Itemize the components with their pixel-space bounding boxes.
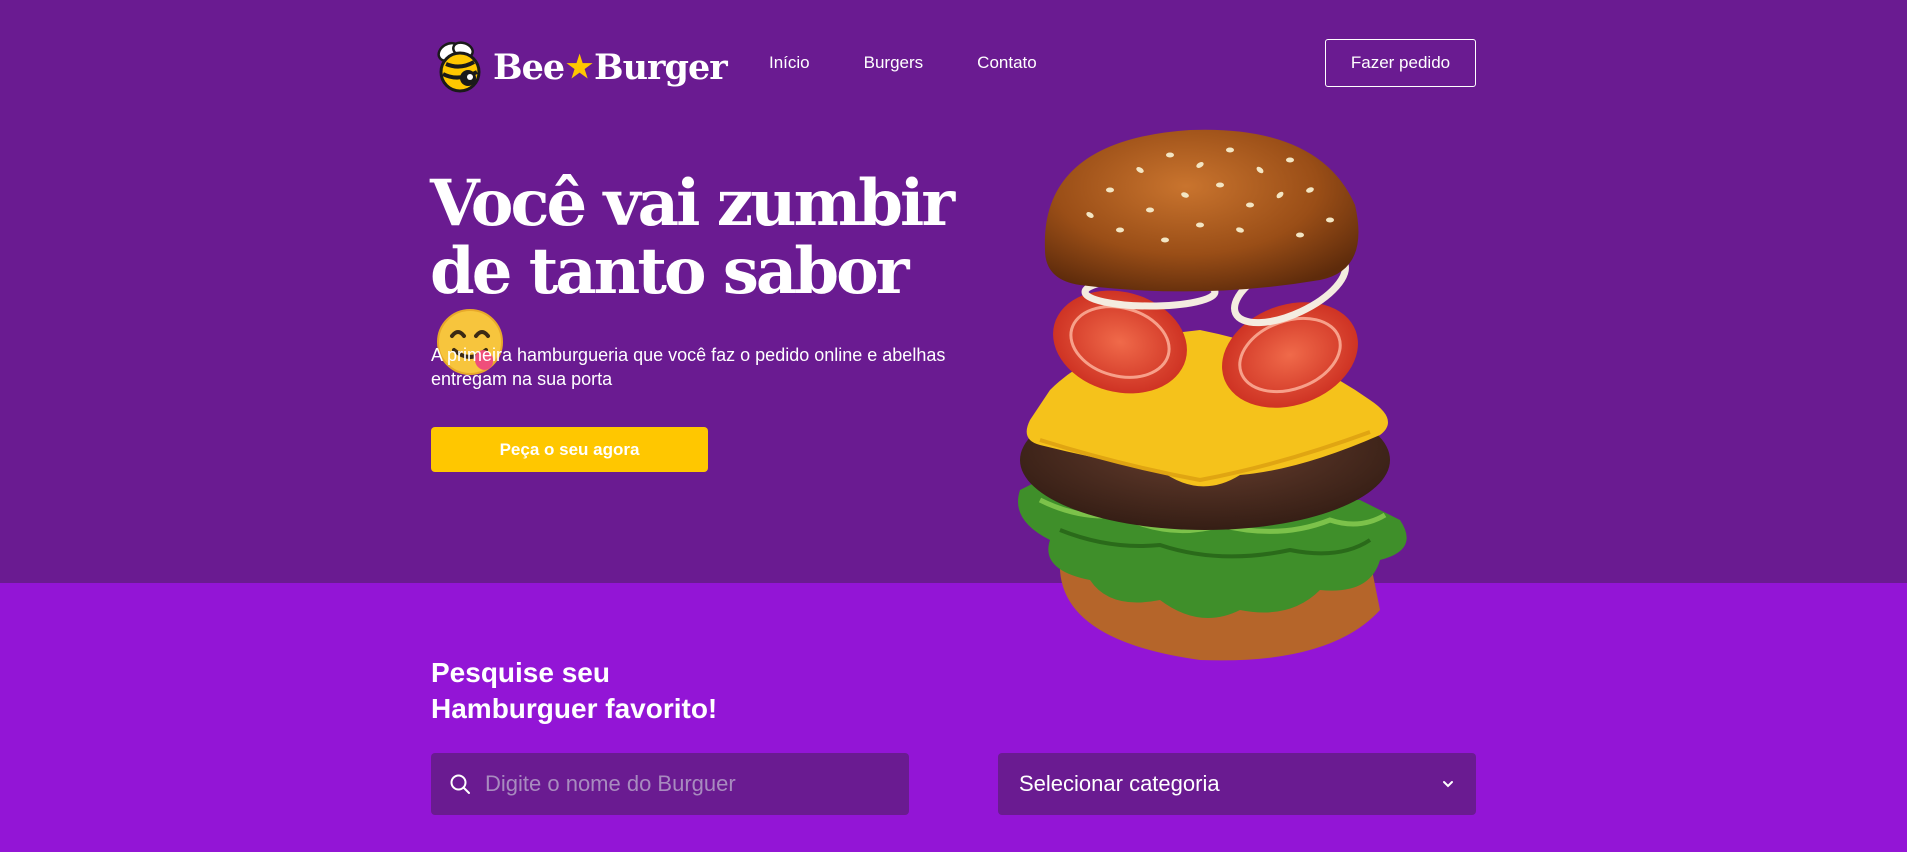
search-title-line-1: Pesquise seu — [431, 657, 610, 688]
chevron-down-icon — [1443, 781, 1453, 788]
category-select[interactable]: Selecionar categoria — [998, 753, 1476, 815]
brand-name-right: Burger — [594, 46, 728, 88]
main-nav: Início Burgers Contato — [769, 53, 1037, 73]
hero-subtitle: A primeira hamburgueria que você faz o p… — [431, 345, 946, 389]
nav-link-burgers[interactable]: Burgers — [864, 53, 924, 73]
star-icon: ★ — [566, 49, 593, 85]
bee-icon — [437, 41, 481, 93]
search-input[interactable] — [485, 771, 905, 797]
headline-line-2: de tanto sabor — [430, 234, 909, 309]
brand-logo[interactable]: Bee ★ Burger — [433, 40, 728, 94]
order-now-button[interactable]: Peça o seu agora — [431, 427, 708, 472]
cheeseburger-image — [1018, 129, 1407, 661]
category-select-value: Selecionar categoria — [1019, 771, 1220, 796]
search-icon — [450, 774, 470, 794]
brand-name-left: Bee — [493, 46, 565, 88]
search-section — [0, 583, 1907, 852]
order-button[interactable]: Fazer pedido — [1325, 39, 1476, 87]
nav-link-contato[interactable]: Contato — [977, 53, 1037, 73]
search-title-line-2: Hamburguer favorito! — [431, 693, 718, 724]
search-box[interactable] — [431, 753, 909, 815]
brand-name: Bee ★ Burger — [493, 46, 728, 88]
headline-line-1: Você vai zumbir — [430, 166, 955, 241]
nav-link-inicio[interactable]: Início — [769, 53, 810, 73]
search-title: Pesquise seu Hamburguer favorito! — [431, 655, 831, 727]
